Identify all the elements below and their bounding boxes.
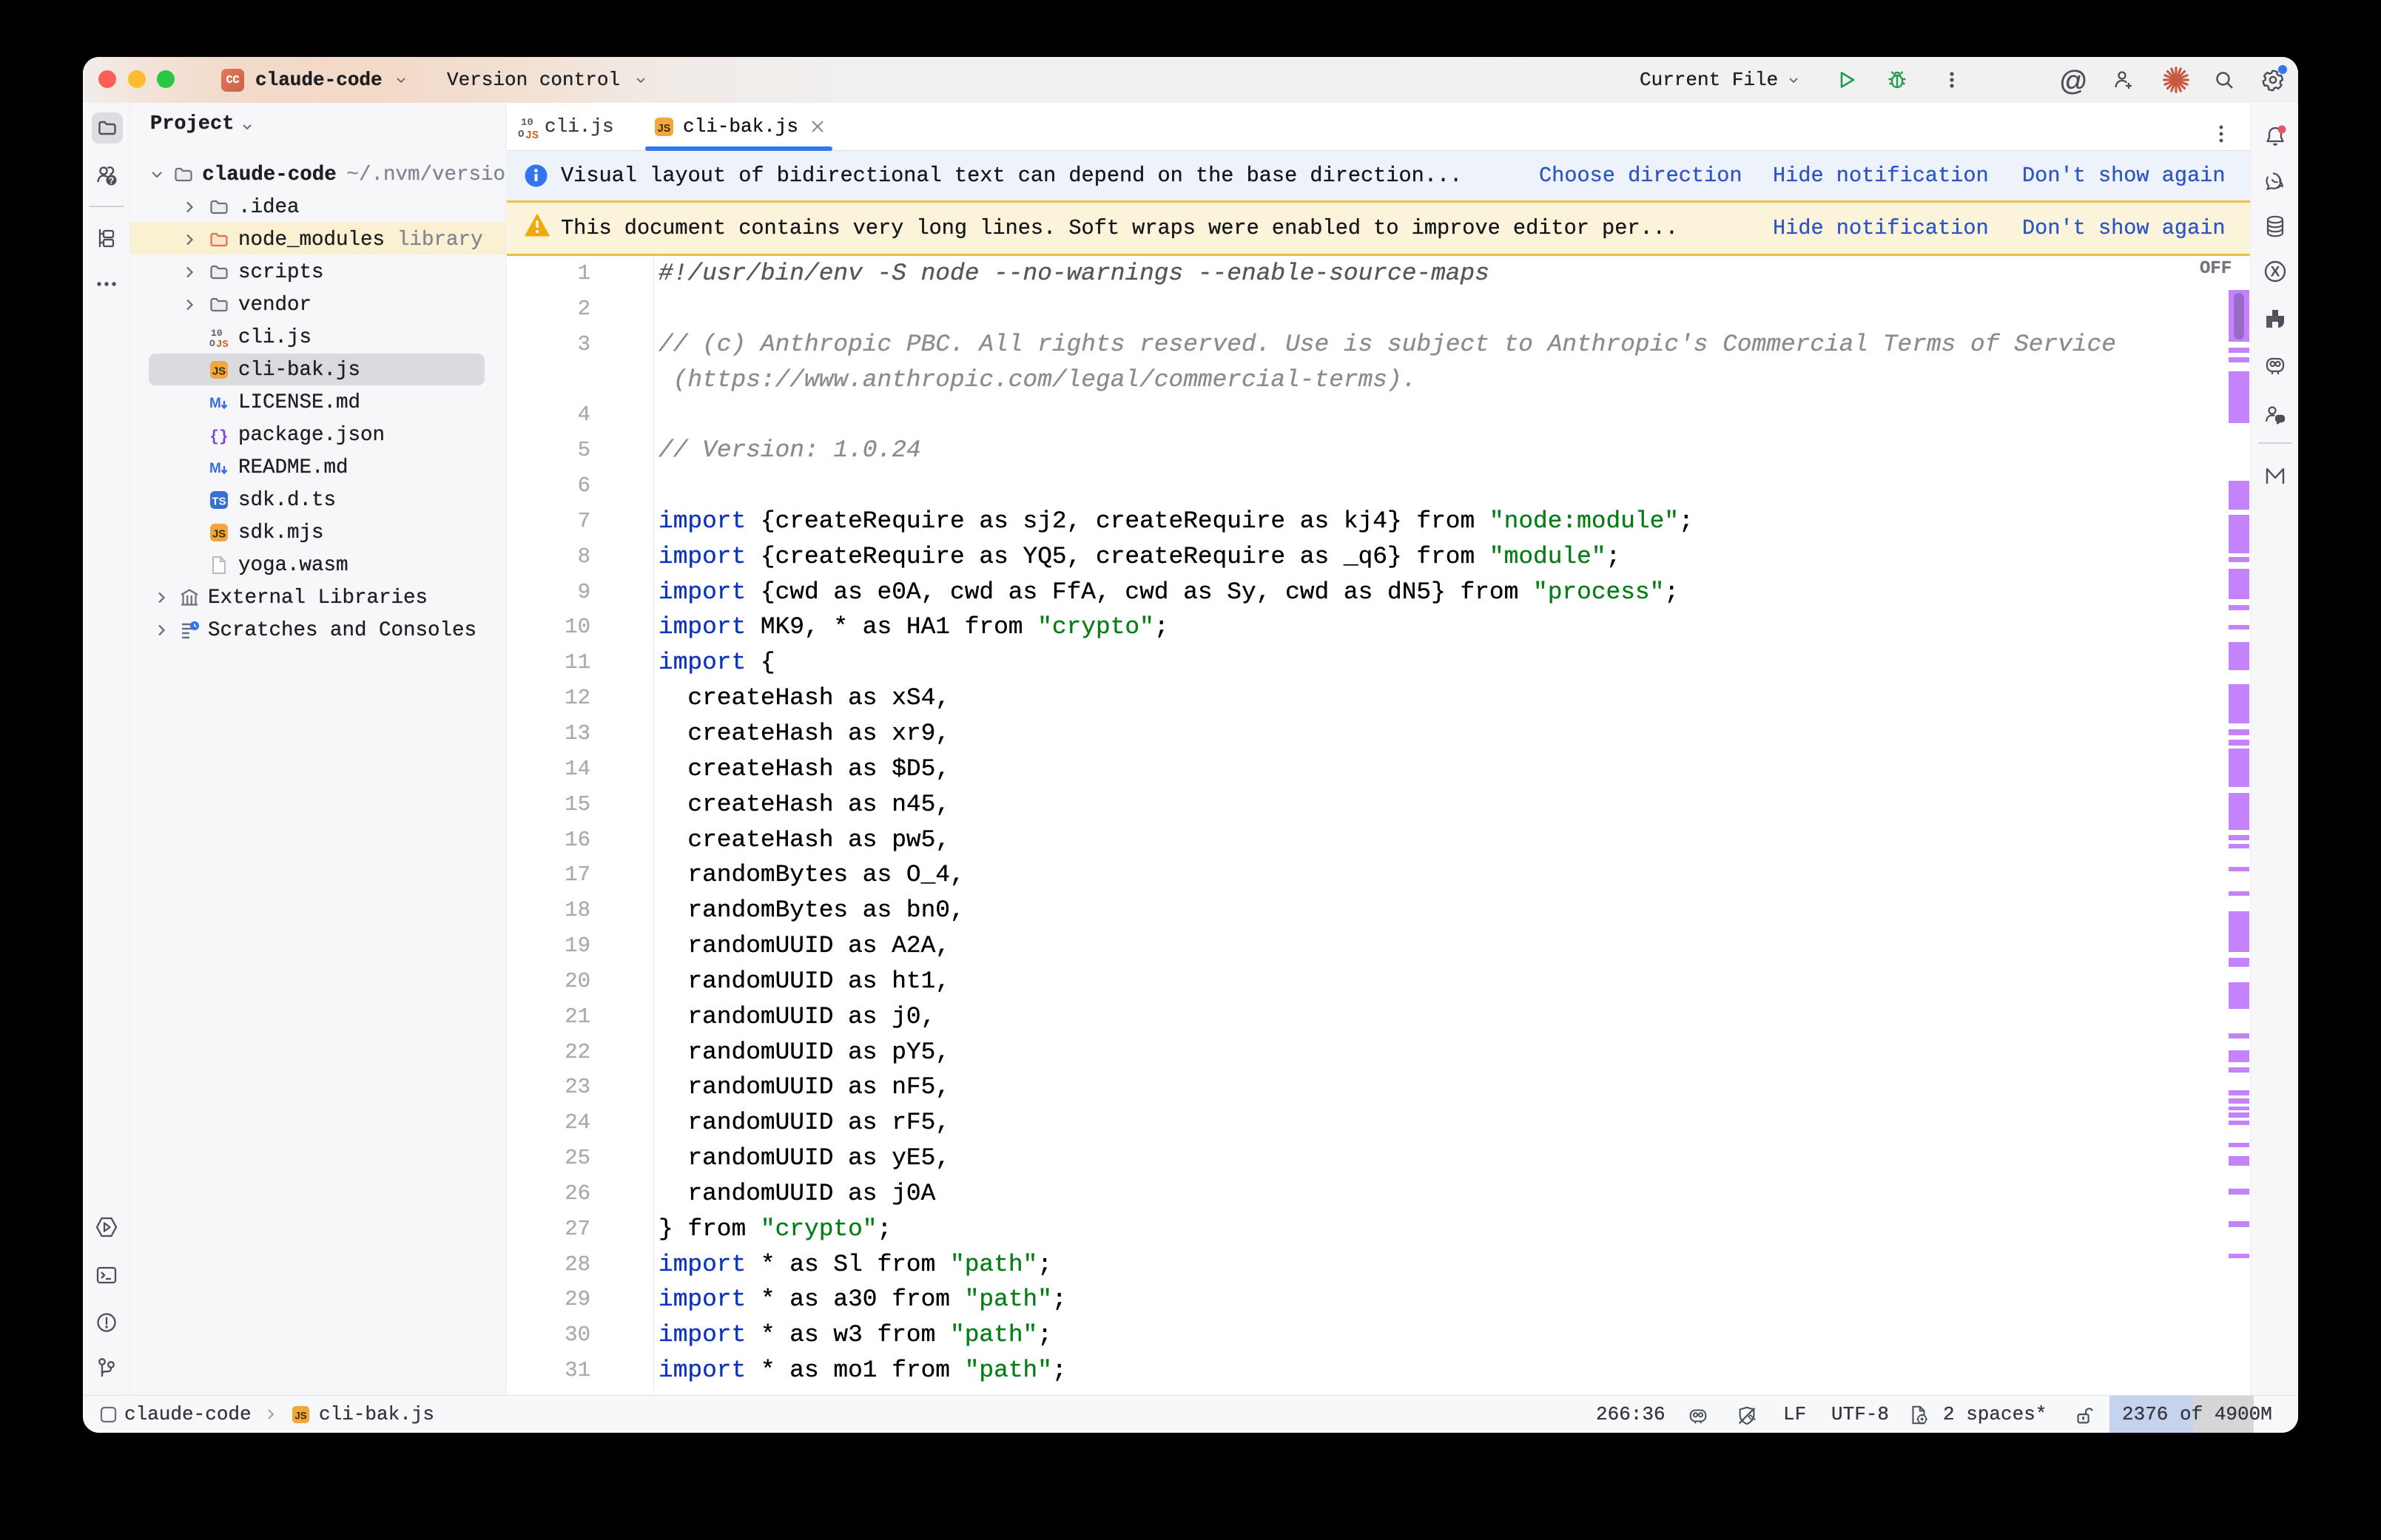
svg-text:10: 10 — [521, 117, 533, 129]
svg-text:M: M — [209, 461, 221, 476]
svg-text:O: O — [518, 129, 524, 139]
svg-text:JS: JS — [212, 528, 226, 541]
svg-text:JS: JS — [212, 365, 226, 378]
svg-text:JS: JS — [525, 129, 539, 139]
svg-text:TS: TS — [212, 496, 226, 508]
svg-text:JS: JS — [294, 1410, 306, 1421]
svg-text:M: M — [209, 396, 221, 411]
svg-text:X: X — [2271, 265, 2280, 280]
svg-text:?: ? — [109, 175, 115, 186]
svg-text:{}: {} — [209, 429, 228, 445]
svg-text:O: O — [209, 338, 215, 348]
svg-text:JS: JS — [658, 123, 671, 135]
svg-text:10: 10 — [211, 328, 223, 339]
svg-text:JS: JS — [216, 339, 229, 348]
